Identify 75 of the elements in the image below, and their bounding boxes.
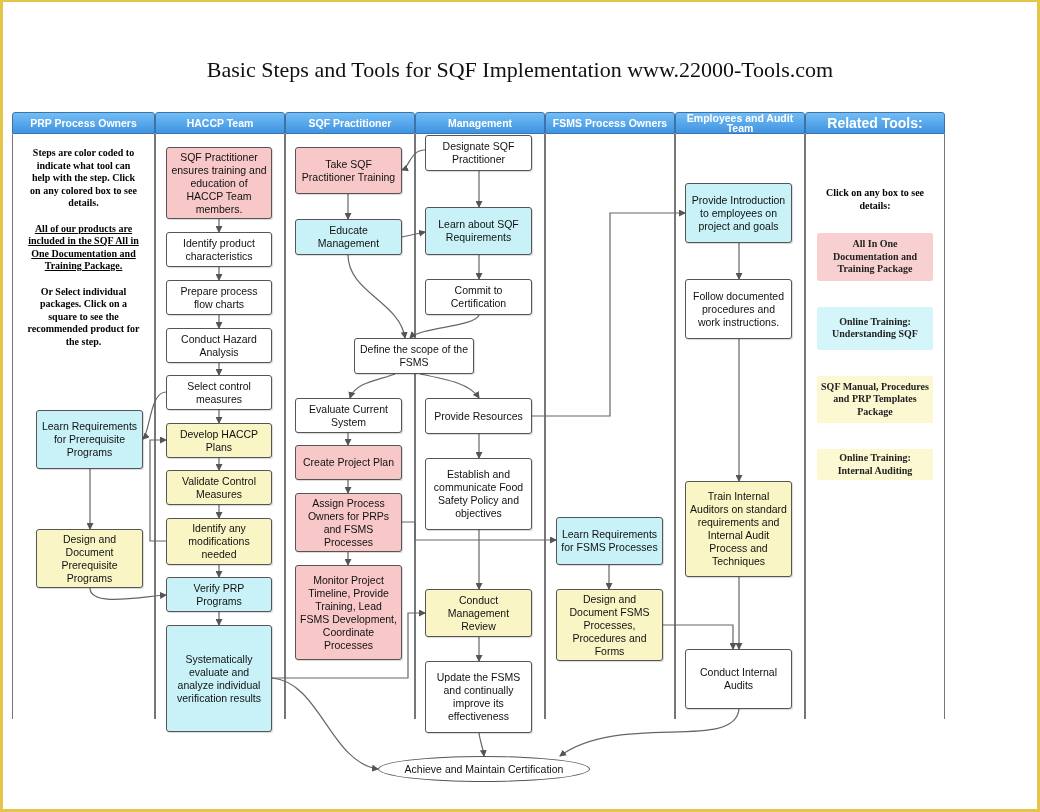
flow-arrow bbox=[215, 504, 223, 519]
flow-arrow bbox=[215, 564, 223, 578]
lane-header: Management bbox=[415, 112, 545, 134]
page-title: Basic Steps and Tools for SQF Implementation www.22000-Tools.com bbox=[206, 56, 834, 84]
process-step: SQF Practitioner ensures training and education of HACCP Team members. bbox=[166, 147, 272, 219]
process-step: Conduct Hazard Analysis bbox=[166, 328, 272, 363]
tool-link[interactable]: All In One Documentation and Training Package bbox=[817, 233, 933, 281]
flow-arrow bbox=[475, 636, 483, 662]
process-step: Assign Process Owners for PRPs and FSMS Processes bbox=[295, 493, 402, 552]
flow-arrow bbox=[475, 254, 483, 280]
process-step: Create Project Plan bbox=[295, 445, 402, 480]
process-step: Develop HACCP Plans bbox=[166, 423, 272, 458]
flow-arrow bbox=[344, 193, 352, 220]
tool-link[interactable]: Online Training: Understanding SQF bbox=[817, 306, 933, 350]
flow-arrow bbox=[475, 433, 483, 459]
flow-arrow bbox=[401, 149, 426, 171]
process-step: Provide Introduction to employees on project and goals bbox=[685, 183, 792, 243]
flow-arrow bbox=[215, 314, 223, 329]
instruction-text: All of our products are included in the SQF All in One Documentation and Training Package. bbox=[27, 222, 140, 273]
process-step: Validate Control Measures bbox=[166, 470, 272, 505]
process-step: Verify PRP Programs bbox=[166, 577, 272, 612]
process-step: Systematically evaluate and analyze individual verification results bbox=[166, 625, 272, 732]
process-step: Prepare process flow charts bbox=[166, 280, 272, 315]
flow-arrow bbox=[735, 242, 743, 280]
flow-arrow bbox=[215, 362, 223, 376]
process-step: Follow documented procedures and work instructions. bbox=[685, 279, 792, 339]
flow-arrow bbox=[478, 732, 487, 757]
instruction-text: Or Select individual packages. Click on a square to see the recommended product for the step. bbox=[27, 285, 140, 348]
lane-header: HACCP Team bbox=[155, 112, 285, 134]
process-step: Conduct Internal Audits bbox=[685, 649, 792, 709]
process-step: Learn Requirements for FSMS Processes bbox=[556, 517, 663, 565]
lane-header: PRP Process Owners bbox=[12, 112, 155, 134]
tool-link[interactable]: SQF Manual, Procedures and PRP Templates Package bbox=[817, 375, 933, 423]
flow-arrow bbox=[215, 409, 223, 424]
flow-arrow bbox=[344, 479, 352, 494]
flow-arrow bbox=[215, 218, 223, 233]
lane-header: Employees and Audit Team bbox=[675, 112, 805, 134]
process-step: Define the scope of the FSMS bbox=[354, 338, 474, 374]
process-step: Identify product characteristics bbox=[166, 232, 272, 267]
process-step: Evaluate Current System bbox=[295, 398, 402, 433]
instruction-text: Click on any box to see details: bbox=[825, 187, 925, 212]
process-step: Conduct Management Review bbox=[425, 589, 532, 637]
process-step: Monitor Project Timeline, Provide Training, Lead FSMS Development, Coordinate Processes bbox=[295, 565, 402, 660]
flow-arrow bbox=[344, 432, 352, 446]
process-step: Provide Resources bbox=[425, 398, 532, 434]
process-step: Designate SQF Practitioner bbox=[425, 135, 532, 171]
process-step: Commit to Certification bbox=[425, 279, 532, 315]
process-step: Learn about SQF Requirements bbox=[425, 207, 532, 255]
flow-arrow bbox=[349, 373, 396, 399]
process-step: Establish and communicate Food Safety Policy and objectives bbox=[425, 458, 532, 530]
process-step: Select control measures bbox=[166, 375, 272, 410]
process-step: Update the FSMS and continually improve its effectiveness bbox=[425, 661, 532, 733]
process-step: Train Internal Auditors on standard requirements and Internal Audit Process and Techniques bbox=[685, 481, 792, 577]
process-step: Learn Requirements for Prerequisite Programs bbox=[36, 410, 143, 469]
flow-arrow bbox=[215, 611, 223, 626]
flow-arrow bbox=[401, 229, 426, 238]
lane-header: FSMS Process Owners bbox=[545, 112, 675, 134]
flow-arrow bbox=[215, 457, 223, 471]
lane-header: Related Tools: bbox=[805, 112, 945, 134]
process-step: Take SQF Practitioner Training bbox=[295, 147, 402, 194]
flow-arrow bbox=[475, 170, 483, 208]
lane-header: SQF Practitioner bbox=[285, 112, 415, 134]
tool-link[interactable]: Online Training: Internal Auditing bbox=[817, 449, 933, 480]
process-step: Design and Document FSMS Processes, Procedures and Forms bbox=[556, 589, 663, 661]
instruction-text: Steps are color coded to indicate what tool can help with the step. Click on any colored box to see details. bbox=[29, 147, 138, 210]
flow-arrow bbox=[419, 373, 480, 399]
flow-arrow bbox=[409, 314, 480, 339]
terminal-step: Achieve and Maintain Certification bbox=[378, 756, 590, 782]
flow-arrow bbox=[86, 468, 94, 530]
flow-arrow bbox=[215, 266, 223, 281]
process-step: Educate Management bbox=[295, 219, 402, 255]
flow-arrow bbox=[605, 564, 613, 590]
process-step: Design and Document Prerequisite Programs bbox=[36, 529, 143, 588]
flow-arrow bbox=[344, 551, 352, 566]
process-step: Identify any modifications needed bbox=[166, 518, 272, 565]
